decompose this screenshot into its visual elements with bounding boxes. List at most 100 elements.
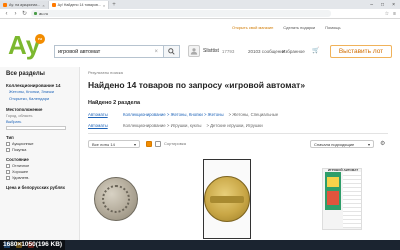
checkbox[interactable] (6, 175, 10, 180)
sort-dropdown[interactable]: Сначала подходящие ▾ (310, 140, 374, 148)
type-heading: Тип (6, 134, 14, 140)
close-tab-icon[interactable]: × (103, 3, 105, 8)
product-card[interactable]: ИГРОВОЙ АВТОМАТ Календарь Игровой автома… (314, 158, 370, 250)
cart-icon[interactable]: 🛒 (312, 47, 319, 54)
found-sections-heading: Найдено 2 раздела (88, 100, 141, 106)
browser-tab-active[interactable]: Ау! Найдено 14 товаров... × (48, 1, 110, 9)
sort-label: Сначала подходящие (314, 141, 355, 147)
checkbox[interactable] (6, 163, 10, 168)
site-favicon-icon (51, 3, 56, 7)
type-option-buy[interactable]: Покупка (6, 147, 73, 152)
section-category-link[interactable]: Автоматы (88, 123, 118, 128)
maximize-icon[interactable]: □ (381, 2, 384, 8)
star-icon[interactable]: ☆ (385, 11, 389, 17)
sidebar-category[interactable]: Коллекционирование 14 (6, 83, 73, 88)
product-image[interactable] (199, 158, 255, 240)
close-window-icon[interactable]: × (392, 2, 395, 8)
state-option-excellent[interactable]: Отличное (6, 163, 73, 168)
menu-icon[interactable]: ≡ (393, 11, 396, 17)
top-links: Открыть свой магазин Сделать подарки Пом… (232, 25, 341, 30)
location-select-link[interactable]: Выбрать (6, 120, 73, 124)
favorites-link[interactable]: Избранное (282, 49, 305, 54)
page-title: Найдено 14 товаров по запросу «игровой а… (88, 80, 306, 90)
location-field[interactable] (6, 125, 66, 130)
search-input[interactable] (58, 48, 155, 55)
secure-lock-icon (34, 12, 37, 15)
sidebar-subcat-postcards[interactable]: Открытки, Календари (6, 96, 73, 102)
list-view-icon[interactable] (155, 141, 161, 147)
type-option-auction[interactable]: Аукционные (6, 141, 73, 146)
open-store-link[interactable]: Открыть свой магазин (232, 25, 273, 30)
product-image-frame (203, 159, 251, 239)
view-switcher (146, 140, 161, 148)
section-path-tail[interactable]: > Жетоны, Специальные (229, 112, 279, 117)
product-image[interactable]: ИГРОВОЙ АВТОМАТ (314, 158, 370, 240)
checkbox[interactable] (6, 147, 10, 152)
gold-token-image (204, 176, 250, 222)
minimize-icon[interactable]: – (370, 2, 373, 8)
close-tab-icon[interactable]: × (42, 3, 44, 8)
gifts-link[interactable]: Сделать подарки (283, 25, 315, 30)
browser-tab-strip: Ау: на аукционах... × Ау! Найдено 14 тов… (0, 0, 400, 9)
product-card[interactable]: Жетон Игровой (88, 158, 144, 250)
avatar (188, 45, 200, 57)
checkbox-label: Отличное (12, 163, 30, 168)
logo-badge: ru (35, 34, 45, 44)
location-heading: Местоположение (6, 106, 43, 112)
section-path-tail[interactable]: > Детские игрушки, Игрушки (206, 123, 262, 128)
window-controls: – □ × (370, 0, 400, 9)
price-heading: Цена и белорусских рублях (6, 184, 66, 190)
new-tab-button[interactable]: + (109, 1, 119, 9)
checkbox-label: Покупка (12, 147, 27, 152)
grid-view-icon[interactable] (146, 141, 152, 147)
product-grid: Жетон Игровой Жетон Игровой автомат ИГРО… (88, 158, 388, 250)
url-text: au.ru (39, 11, 49, 16)
search-button[interactable] (164, 45, 180, 58)
product-card[interactable]: Жетон Игровой автомат (199, 158, 255, 250)
checkbox-label: Аукционные (12, 141, 34, 146)
checkbox-label: Удовлетв. (12, 175, 30, 180)
section-path-link[interactable]: Коллекционирование > Жетоны, Кнопки > Же… (123, 112, 224, 117)
state-heading: Состояние (6, 156, 29, 162)
lot-filter-dropdown[interactable]: Все лоты 14 ▾ (88, 140, 140, 148)
back-icon[interactable]: ‹ (4, 11, 9, 17)
product-image[interactable] (88, 158, 144, 240)
calendar-image: ИГРОВОЙ АВТОМАТ (322, 168, 362, 230)
search-icon (168, 48, 175, 55)
user-rating: 17793 (221, 48, 235, 54)
checkbox[interactable] (6, 169, 10, 174)
reload-icon[interactable]: ↻ (22, 10, 27, 17)
checkbox[interactable] (6, 141, 10, 146)
section-category-link[interactable]: Автоматы (88, 112, 118, 117)
category-count: 14 (55, 83, 61, 88)
sidebar-title[interactable]: Все разделы (6, 71, 73, 77)
clear-search-icon[interactable]: × (154, 49, 158, 55)
site-logo[interactable]: Ау ru (8, 32, 45, 58)
help-link[interactable]: Помощь (325, 25, 340, 30)
silver-token-image (94, 177, 138, 221)
user-menu[interactable]: Slisttist 17793 (188, 45, 234, 57)
state-option-good[interactable]: Хорошее (6, 169, 73, 174)
browser-tab-label: Ау: на аукционах... (9, 3, 41, 7)
sell-lot-button[interactable]: Выставить лот (330, 45, 392, 58)
browser-extensions: ☆ ≡ (385, 11, 396, 17)
checkbox-label: Хорошее (12, 169, 29, 174)
location-note: Город, область (6, 113, 33, 118)
address-bar-row: ‹ › ↻ au.ru ☆ ≡ (0, 9, 400, 19)
sort-control-label[interactable]: Сортировка (164, 141, 186, 146)
state-option-fair[interactable]: Удовлетв. (6, 175, 73, 180)
browser-tab[interactable]: Ау: на аукционах... × (0, 1, 49, 9)
settings-gear-icon[interactable]: ⚙ (380, 140, 385, 147)
section-row: Автоматы Коллекционирование > Жетоны, Кн… (88, 111, 278, 118)
messages-link[interactable]: 20103 сообщения (248, 49, 285, 54)
filter-sidebar: Все разделы Коллекционирование 14 Жетоны… (0, 67, 80, 250)
chevron-down-icon: ▾ (133, 141, 136, 147)
screenshot-size-badge: 1680×1050(196 KB) (0, 240, 66, 250)
section-row: Автоматы Коллекционирование > Игрушки, к… (88, 122, 263, 129)
section-path-link[interactable]: Коллекционирование > Игрушки, куклы (123, 123, 201, 128)
address-bar[interactable]: au.ru (31, 10, 331, 17)
breadcrumb[interactable]: Результаты поиска (88, 70, 123, 75)
forward-icon[interactable]: › (13, 11, 18, 17)
sidebar-subcat-tokens[interactable]: Жетоны, Кнопки, Значки (6, 89, 73, 95)
lot-filter-label: Все лоты 14 (92, 141, 115, 147)
